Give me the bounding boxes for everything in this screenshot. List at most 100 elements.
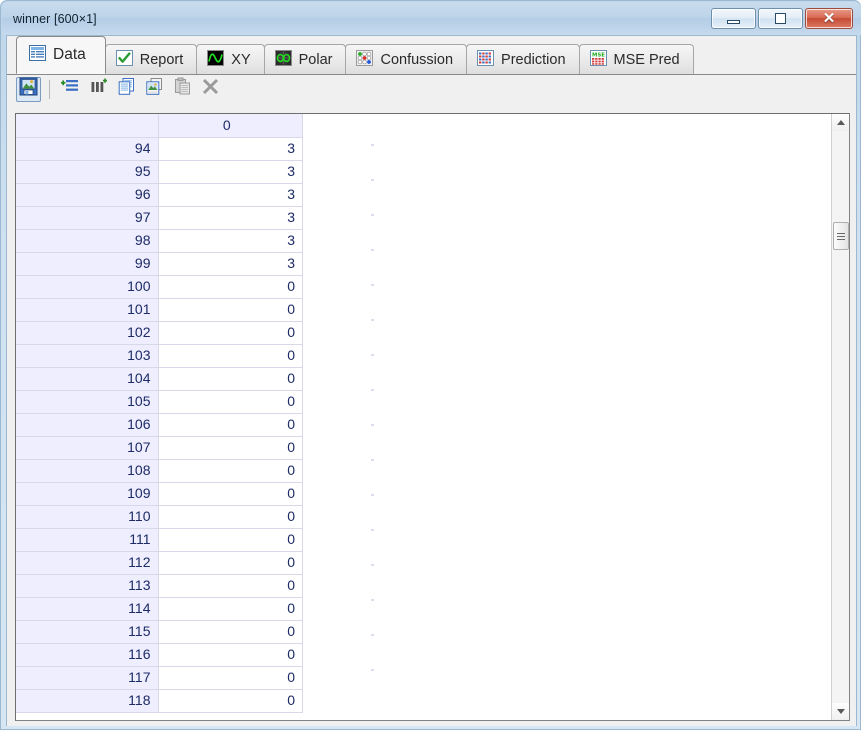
table-row[interactable]: 99 3 bbox=[16, 252, 303, 276]
table-row[interactable]: 100 0 bbox=[16, 275, 303, 299]
tab-confussion[interactable]: Confussion bbox=[345, 44, 468, 74]
tab-prediction[interactable]: Prediction bbox=[466, 44, 580, 74]
cell-value[interactable]: 0 bbox=[158, 528, 303, 552]
cell-value[interactable]: 0 bbox=[158, 666, 303, 690]
cell-value[interactable]: 0 bbox=[158, 689, 303, 713]
tab-report[interactable]: Report bbox=[104, 44, 198, 74]
cell-value[interactable]: 0 bbox=[158, 505, 303, 529]
table-row[interactable]: 102 0 bbox=[16, 321, 303, 345]
table-row[interactable]: 111 0 bbox=[16, 528, 303, 552]
table-row[interactable]: 115 0 bbox=[16, 620, 303, 644]
row-header[interactable]: 96 bbox=[16, 183, 159, 207]
tab-mse-pred[interactable]: MSE MSE Pred bbox=[578, 44, 694, 74]
cell-value[interactable]: 0 bbox=[158, 643, 303, 667]
table-row[interactable]: 109 0 bbox=[16, 482, 303, 506]
table-row[interactable]: 98 3 bbox=[16, 229, 303, 253]
paste-button[interactable] bbox=[170, 77, 195, 102]
row-header[interactable]: 97 bbox=[16, 206, 159, 230]
table-row[interactable]: 94 3 bbox=[16, 137, 303, 161]
row-header[interactable]: 106 bbox=[16, 413, 159, 437]
row-header[interactable]: 113 bbox=[16, 574, 159, 598]
cell-value[interactable]: 3 bbox=[158, 160, 303, 184]
table-row[interactable]: 103 0 bbox=[16, 344, 303, 368]
data-grid-scroll-region[interactable]: 0 94 3 95 3 96 3 97 3 98 3 99 3 100 0 101 0 102 0 103 0 104 0… bbox=[16, 114, 831, 720]
insert-columns-button[interactable] bbox=[86, 77, 111, 102]
table-row[interactable]: 116 0 bbox=[16, 643, 303, 667]
save-picture-button[interactable] bbox=[16, 76, 41, 102]
vertical-scrollbar[interactable] bbox=[831, 114, 849, 720]
cell-value[interactable]: 3 bbox=[158, 252, 303, 276]
table-row[interactable]: 110 0 bbox=[16, 505, 303, 529]
cell-value[interactable]: 0 bbox=[158, 459, 303, 483]
table-row[interactable]: 106 0 bbox=[16, 413, 303, 437]
row-header[interactable]: 112 bbox=[16, 551, 159, 575]
cell-value[interactable]: 0 bbox=[158, 390, 303, 414]
row-header[interactable]: 108 bbox=[16, 459, 159, 483]
cell-value[interactable]: 3 bbox=[158, 206, 303, 230]
row-header[interactable]: 102 bbox=[16, 321, 159, 345]
row-header[interactable]: 107 bbox=[16, 436, 159, 460]
scroll-up-button[interactable] bbox=[832, 114, 849, 131]
tab-xy[interactable]: XY bbox=[196, 44, 265, 74]
copy-image-button[interactable] bbox=[142, 77, 167, 102]
scroll-down-button[interactable] bbox=[832, 703, 849, 720]
tab-polar[interactable]: Polar bbox=[263, 44, 347, 74]
cell-value[interactable]: 0 bbox=[158, 298, 303, 322]
table-row[interactable]: 114 0 bbox=[16, 597, 303, 621]
column-header-0[interactable]: 0 bbox=[158, 114, 303, 138]
row-header[interactable]: 110 bbox=[16, 505, 159, 529]
insert-rows-button[interactable] bbox=[58, 77, 83, 102]
row-header[interactable]: 101 bbox=[16, 298, 159, 322]
row-header[interactable]: 103 bbox=[16, 344, 159, 368]
grid-corner-cell[interactable] bbox=[16, 114, 159, 138]
table-row[interactable]: 112 0 bbox=[16, 551, 303, 575]
cell-value[interactable]: 0 bbox=[158, 367, 303, 391]
row-header[interactable]: 118 bbox=[16, 689, 159, 713]
row-header[interactable]: 114 bbox=[16, 597, 159, 621]
row-header[interactable]: 95 bbox=[16, 160, 159, 184]
row-header[interactable]: 116 bbox=[16, 643, 159, 667]
row-header[interactable]: 104 bbox=[16, 367, 159, 391]
cell-value[interactable]: 0 bbox=[158, 620, 303, 644]
table-row[interactable]: 97 3 bbox=[16, 206, 303, 230]
scrollbar-thumb[interactable] bbox=[833, 222, 849, 250]
row-header[interactable]: 109 bbox=[16, 482, 159, 506]
cell-value[interactable]: 0 bbox=[158, 551, 303, 575]
table-row[interactable]: 104 0 bbox=[16, 367, 303, 391]
row-header[interactable]: 99 bbox=[16, 252, 159, 276]
table-row[interactable]: 118 0 bbox=[16, 689, 303, 713]
cell-value[interactable]: 3 bbox=[158, 137, 303, 161]
cell-value[interactable]: 0 bbox=[158, 275, 303, 299]
table-row[interactable]: 95 3 bbox=[16, 160, 303, 184]
delete-button[interactable] bbox=[198, 77, 223, 102]
cell-value[interactable]: 0 bbox=[158, 413, 303, 437]
maximize-button[interactable] bbox=[758, 8, 803, 29]
cell-value[interactable]: 0 bbox=[158, 436, 303, 460]
table-row[interactable]: 113 0 bbox=[16, 574, 303, 598]
cell-value[interactable]: 0 bbox=[158, 597, 303, 621]
row-header[interactable]: 117 bbox=[16, 666, 159, 690]
cell-value[interactable]: 0 bbox=[158, 344, 303, 368]
row-header[interactable]: 115 bbox=[16, 620, 159, 644]
cell-value[interactable]: 3 bbox=[158, 229, 303, 253]
row-header[interactable]: 98 bbox=[16, 229, 159, 253]
row-header[interactable]: 111 bbox=[16, 528, 159, 552]
copy-button[interactable] bbox=[114, 77, 139, 102]
tab-data[interactable]: Data bbox=[16, 36, 106, 74]
cell-value[interactable]: 0 bbox=[158, 574, 303, 598]
table-row[interactable]: 108 0 bbox=[16, 459, 303, 483]
table-row[interactable]: 96 3 bbox=[16, 183, 303, 207]
cell-value[interactable]: 3 bbox=[158, 183, 303, 207]
table-row[interactable]: 105 0 bbox=[16, 390, 303, 414]
title-bar[interactable]: winner [600×1] ✕ bbox=[2, 2, 861, 35]
table-row[interactable]: 101 0 bbox=[16, 298, 303, 322]
cell-value[interactable]: 0 bbox=[158, 482, 303, 506]
cell-value[interactable]: 0 bbox=[158, 321, 303, 345]
row-header[interactable]: 94 bbox=[16, 137, 159, 161]
table-row[interactable]: 107 0 bbox=[16, 436, 303, 460]
close-button[interactable]: ✕ bbox=[805, 8, 853, 29]
row-header[interactable]: 105 bbox=[16, 390, 159, 414]
minimize-button[interactable] bbox=[711, 8, 756, 29]
table-row[interactable]: 117 0 bbox=[16, 666, 303, 690]
row-header[interactable]: 100 bbox=[16, 275, 159, 299]
